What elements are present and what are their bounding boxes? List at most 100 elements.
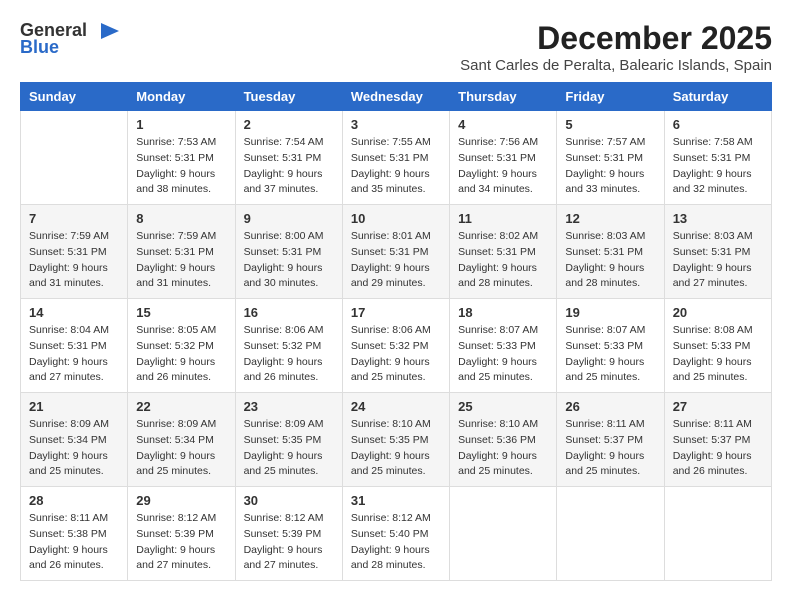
day-number: 2: [244, 117, 334, 132]
day-info: Sunrise: 8:03 AMSunset: 5:31 PMDaylight:…: [673, 229, 763, 292]
day-number: 5: [565, 117, 655, 132]
day-number: 17: [351, 305, 441, 320]
header-saturday: Saturday: [664, 83, 771, 111]
table-row: 6 Sunrise: 7:58 AMSunset: 5:31 PMDaylight…: [664, 111, 771, 205]
day-info: Sunrise: 7:58 AMSunset: 5:31 PMDaylight:…: [673, 135, 763, 198]
calendar-week-row: 1 Sunrise: 7:53 AMSunset: 5:31 PMDaylight…: [21, 111, 772, 205]
day-info: Sunrise: 8:08 AMSunset: 5:33 PMDaylight:…: [673, 323, 763, 386]
day-number: 31: [351, 493, 441, 508]
table-row: 1 Sunrise: 7:53 AMSunset: 5:31 PMDaylight…: [128, 111, 235, 205]
table-row: [557, 487, 664, 581]
day-number: 1: [136, 117, 226, 132]
day-info: Sunrise: 8:02 AMSunset: 5:31 PMDaylight:…: [458, 229, 548, 292]
table-row: 23 Sunrise: 8:09 AMSunset: 5:35 PMDayligh…: [235, 393, 342, 487]
day-number: 20: [673, 305, 763, 320]
day-info: Sunrise: 8:11 AMSunset: 5:38 PMDaylight:…: [29, 511, 119, 574]
table-row: 20 Sunrise: 8:08 AMSunset: 5:33 PMDayligh…: [664, 299, 771, 393]
title-section: December 2025 Sant Carles de Peralta, Ba…: [460, 20, 772, 74]
day-info: Sunrise: 8:03 AMSunset: 5:31 PMDaylight:…: [565, 229, 655, 292]
table-row: 10 Sunrise: 8:01 AMSunset: 5:31 PMDayligh…: [342, 205, 449, 299]
day-info: Sunrise: 7:57 AMSunset: 5:31 PMDaylight:…: [565, 135, 655, 198]
day-info: Sunrise: 8:07 AMSunset: 5:33 PMDaylight:…: [565, 323, 655, 386]
header-wednesday: Wednesday: [342, 83, 449, 111]
day-info: Sunrise: 8:00 AMSunset: 5:31 PMDaylight:…: [244, 229, 334, 292]
table-row: 5 Sunrise: 7:57 AMSunset: 5:31 PMDaylight…: [557, 111, 664, 205]
table-row: [664, 487, 771, 581]
calendar-week-row: 28Sunrise: 8:11 AMSunset: 5:38 PMDayligh…: [21, 487, 772, 581]
table-row: 21 Sunrise: 8:09 AMSunset: 5:34 PMDayligh…: [21, 393, 128, 487]
logo: General Blue: [20, 20, 121, 58]
header-tuesday: Tuesday: [235, 83, 342, 111]
day-number: 13: [673, 211, 763, 226]
header-sunday: Sunday: [21, 83, 128, 111]
day-number: 24: [351, 399, 441, 414]
table-row: 24 Sunrise: 8:10 AMSunset: 5:35 PMDayligh…: [342, 393, 449, 487]
table-row: 16Sunrise: 8:06 AMSunset: 5:32 PMDayligh…: [235, 299, 342, 393]
day-number: 15: [136, 305, 226, 320]
day-number: 10: [351, 211, 441, 226]
table-row: 7Sunrise: 7:59 AMSunset: 5:31 PMDaylight…: [21, 205, 128, 299]
table-row: 2 Sunrise: 7:54 AMSunset: 5:31 PMDaylight…: [235, 111, 342, 205]
day-info: Sunrise: 8:11 AMSunset: 5:37 PMDaylight:…: [565, 417, 655, 480]
table-row: 22Sunrise: 8:09 AMSunset: 5:34 PMDayligh…: [128, 393, 235, 487]
calendar-week-row: 21 Sunrise: 8:09 AMSunset: 5:34 PMDayligh…: [21, 393, 772, 487]
table-row: 17 Sunrise: 8:06 AMSunset: 5:32 PMDayligh…: [342, 299, 449, 393]
calendar-week-row: 7 Sunrise: 7:59 AMSunset: 5:31 PMDaylight…: [21, 205, 772, 299]
day-number: 11: [458, 211, 548, 226]
table-row: 4Sunrise: 7:56 AMSunset: 5:31 PMDaylight…: [450, 111, 557, 205]
table-row: [21, 111, 128, 205]
day-number: 7: [29, 211, 119, 226]
day-number: 14: [29, 305, 119, 320]
table-row: 31 Sunrise: 8:12 AMSunset: 5:40 PMDayligh…: [342, 487, 449, 581]
day-number: 3: [351, 117, 441, 132]
calendar-week-row: 14Sunrise: 8:04 AMSunset: 5:31 PMDayligh…: [21, 299, 772, 393]
day-number: 6: [673, 117, 763, 132]
table-row: 18 Sunrise: 8:07 AMSunset: 5:33 PMDayligh…: [450, 299, 557, 393]
day-info: Sunrise: 8:01 AMSunset: 5:31 PMDaylight:…: [351, 229, 441, 292]
table-row: 13 Sunrise: 8:03 AMSunset: 5:31 PMDayligh…: [664, 205, 771, 299]
day-number: 9: [244, 211, 334, 226]
day-number: 19: [565, 305, 655, 320]
day-number: 4: [458, 117, 548, 132]
day-info: Sunrise: 8:05 AMSunset: 5:32 PMDaylight:…: [136, 323, 226, 386]
day-number: 22: [136, 399, 226, 414]
day-info: Sunrise: 8:06 AMSunset: 5:32 PMDaylight:…: [244, 323, 334, 386]
day-number: 23: [244, 399, 334, 414]
day-number: 12: [565, 211, 655, 226]
day-info: Sunrise: 8:06 AMSunset: 5:32 PMDaylight:…: [351, 323, 441, 386]
day-number: 30: [244, 493, 334, 508]
table-row: 25 Sunrise: 8:10 AMSunset: 5:36 PMDayligh…: [450, 393, 557, 487]
header-monday: Monday: [128, 83, 235, 111]
day-number: 27: [673, 399, 763, 414]
table-row: 27Sunrise: 8:11 AMSunset: 5:37 PMDayligh…: [664, 393, 771, 487]
day-number: 21: [29, 399, 119, 414]
table-row: 30 Sunrise: 8:12 AMSunset: 5:39 PMDayligh…: [235, 487, 342, 581]
day-number: 29: [136, 493, 226, 508]
day-info: Sunrise: 8:09 AMSunset: 5:34 PMDaylight:…: [29, 417, 119, 480]
day-number: 25: [458, 399, 548, 414]
day-info: Sunrise: 8:10 AMSunset: 5:35 PMDaylight:…: [351, 417, 441, 480]
calendar-table: Sunday Monday Tuesday Wednesday Thursday…: [20, 82, 772, 581]
table-row: 12 Sunrise: 8:03 AMSunset: 5:31 PMDayligh…: [557, 205, 664, 299]
table-row: 8 Sunrise: 7:59 AMSunset: 5:31 PMDaylight…: [128, 205, 235, 299]
logo-blue: Blue: [20, 37, 59, 58]
day-info: Sunrise: 8:10 AMSunset: 5:36 PMDaylight:…: [458, 417, 548, 480]
day-number: 18: [458, 305, 548, 320]
day-info: Sunrise: 7:59 AMSunset: 5:31 PMDaylight:…: [136, 229, 226, 292]
day-info: Sunrise: 7:54 AMSunset: 5:31 PMDaylight:…: [244, 135, 334, 198]
calendar-header-row: Sunday Monday Tuesday Wednesday Thursday…: [21, 83, 772, 111]
day-info: Sunrise: 7:53 AMSunset: 5:31 PMDaylight:…: [136, 135, 226, 198]
day-info: Sunrise: 8:12 AMSunset: 5:39 PMDaylight:…: [136, 511, 226, 574]
day-number: 8: [136, 211, 226, 226]
day-info: Sunrise: 8:07 AMSunset: 5:33 PMDaylight:…: [458, 323, 548, 386]
table-row: 3Sunrise: 7:55 AMSunset: 5:31 PMDaylight…: [342, 111, 449, 205]
day-info: Sunrise: 8:12 AMSunset: 5:39 PMDaylight:…: [244, 511, 334, 574]
table-row: 28Sunrise: 8:11 AMSunset: 5:38 PMDayligh…: [21, 487, 128, 581]
day-number: 26: [565, 399, 655, 414]
table-row: 15 Sunrise: 8:05 AMSunset: 5:32 PMDayligh…: [128, 299, 235, 393]
month-title: December 2025: [460, 20, 772, 57]
day-info: Sunrise: 8:12 AMSunset: 5:40 PMDaylight:…: [351, 511, 441, 574]
day-info: Sunrise: 8:09 AMSunset: 5:35 PMDaylight:…: [244, 417, 334, 480]
table-row: 11 Sunrise: 8:02 AMSunset: 5:31 PMDayligh…: [450, 205, 557, 299]
header-friday: Friday: [557, 83, 664, 111]
